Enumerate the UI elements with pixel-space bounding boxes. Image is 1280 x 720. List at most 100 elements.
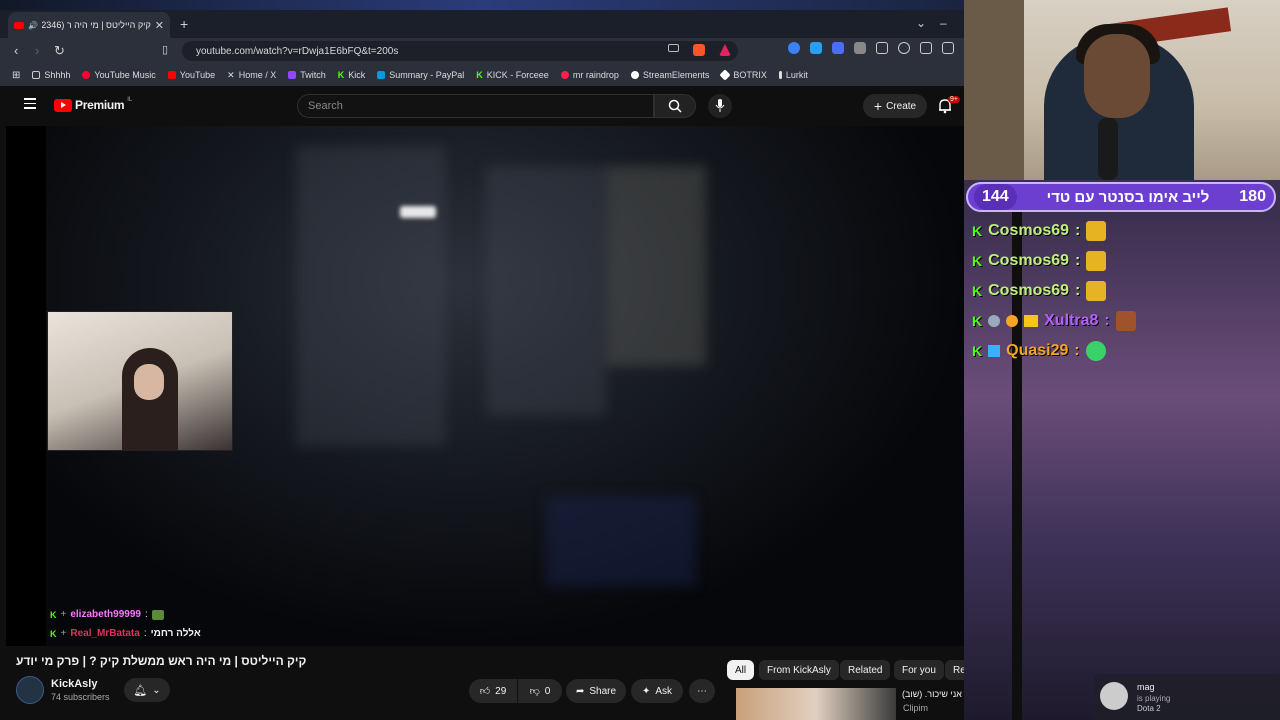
bookmark-item[interactable]: BOTRIX (719, 69, 767, 81)
extension-grey-icon[interactable] (854, 42, 866, 54)
youtube-logo[interactable]: Premium IL (54, 97, 132, 112)
bookmark-item[interactable]: Summary - PayPal (377, 70, 464, 80)
bookmark-item[interactable]: ✕ Home / X (227, 70, 276, 81)
brave-rewards-icon[interactable] (719, 44, 731, 56)
subscribed-bell-button[interactable]: 🔔︎ ⌄ (124, 678, 170, 702)
frog-emote-icon (151, 609, 164, 620)
recommended-channel: Clipim (903, 703, 929, 713)
friend-name: mag (1137, 682, 1155, 692)
chip-from-channel[interactable]: From KickAsly (759, 660, 839, 680)
streamer-face (1084, 34, 1150, 118)
chat-username: Real_MrBatata (70, 628, 140, 639)
bookmark-label: YouTube (179, 70, 216, 80)
bookmark-item[interactable]: YouTube Music (82, 70, 156, 80)
bookmark-item[interactable]: K KICK - Forceee (476, 70, 549, 80)
chat-separator: : (144, 609, 148, 620)
chip-related[interactable]: Related (840, 660, 891, 680)
apps-grid-icon[interactable]: ⊞ (12, 70, 20, 81)
forward-icon[interactable]: › (35, 43, 39, 58)
bookmark-item[interactable]: Shhhh (32, 70, 70, 80)
kick-badge-icon: K (972, 313, 983, 329)
stream-chat-line: K Cosmos69 : (972, 278, 1107, 304)
brave-shield-icon[interactable] (693, 44, 705, 56)
voice-search-button[interactable] (708, 94, 732, 118)
chip-recent[interactable]: Re (945, 660, 965, 680)
banner-left-number: 144 (982, 188, 1009, 205)
notification-badge: 9+ (948, 96, 960, 103)
extensions-puzzle-icon[interactable] (876, 42, 888, 54)
banner-title: לייב אימו בסנטר עם טדי (1046, 188, 1210, 206)
stream-chat-line: K Xultra8 : (972, 308, 1136, 334)
kick-icon: K (476, 70, 483, 80)
minimize-button[interactable]: – (940, 16, 947, 30)
audio-icon[interactable]: 🔊 (28, 21, 38, 30)
stream-chat-line: K Quasi29 : (972, 338, 1106, 364)
browser-tab[interactable]: 🔊 קיק הייליטס | מי היה ר (2346) ✕ (8, 12, 170, 38)
steam-notification[interactable]: mag is playing Dota 2 (1094, 674, 1280, 720)
chip-all[interactable]: All (727, 660, 755, 680)
media-icon[interactable] (898, 42, 910, 54)
bookmark-item[interactable]: YouTube (167, 70, 216, 80)
dislike-button[interactable]: 👎︎ 0 (518, 679, 562, 703)
reload-icon[interactable]: ↻ (54, 43, 65, 59)
search-button[interactable] (654, 94, 696, 118)
bookmark-label: Shhhh (44, 70, 71, 80)
bookmark-label: StreamElements (642, 70, 710, 80)
share-button[interactable]: ➦ Share (566, 679, 626, 703)
face-emote-icon (1115, 311, 1136, 331)
ask-button[interactable]: ✦ Ask (631, 679, 683, 703)
video-shape (606, 166, 706, 366)
back-icon[interactable]: ‹ (14, 43, 18, 58)
bookmark-label: YouTube Music (94, 70, 156, 80)
chat-separator: : (1075, 252, 1081, 269)
menu-icon[interactable] (24, 98, 36, 112)
ceiling-light (400, 206, 436, 218)
ask-label: Ask (655, 685, 673, 697)
bookmark-item[interactable]: Twitch (288, 70, 326, 80)
plus-icon: + (873, 98, 883, 114)
chip-for-you[interactable]: For you (894, 660, 944, 680)
recommended-thumbnail[interactable] (736, 688, 896, 720)
sidebar-icon[interactable] (920, 42, 932, 54)
extension-audio-icon[interactable] (832, 42, 844, 54)
tab-search-icon[interactable]: ⌄ (916, 16, 926, 30)
bookmark-item[interactable]: Lurkit (778, 70, 808, 80)
more-icon: ⋯ (697, 685, 707, 697)
sparkle-icon: ✦ (641, 685, 651, 697)
like-button[interactable]: 👍︎ 29 (469, 679, 517, 703)
crown-badge-icon (1024, 315, 1039, 327)
camera-wall (964, 0, 1024, 180)
url-field[interactable]: youtube.com/watch?v=rDwja1E6bFQ&t=200s (182, 41, 738, 61)
bookmark-item[interactable]: K Kick (338, 70, 366, 80)
chevron-down-icon: ⌄ (152, 684, 161, 696)
new-tab-button[interactable]: + (180, 16, 188, 32)
channel-avatar[interactable] (16, 676, 44, 704)
extension-blue-icon[interactable] (788, 42, 800, 54)
search-icon (668, 99, 682, 113)
wallet-icon[interactable] (942, 42, 954, 54)
bookmark-item[interactable]: mr raindrop (560, 70, 619, 80)
extension-translate-icon[interactable] (810, 42, 822, 54)
friend-status: is playing (1137, 694, 1171, 703)
bookmarks-bar: ⊞ Shhhh YouTube Music YouTube ✕ Home / X … (0, 64, 964, 86)
kick-badge-icon: K (972, 253, 983, 269)
cast-icon[interactable] (668, 44, 679, 52)
plus-badge-icon: + (60, 628, 67, 639)
chat-username: Cosmos69 (988, 282, 1070, 299)
banner-left-count: 144 (974, 184, 1017, 210)
video-shape (296, 146, 446, 446)
cool-emote-icon (1086, 221, 1107, 241)
search-input[interactable]: Search (297, 94, 654, 118)
create-button[interactable]: + Create (863, 94, 927, 118)
close-tab-icon[interactable]: ✕ (155, 19, 164, 32)
bell-icon: 🔔︎ (133, 684, 148, 697)
search-placeholder: Search (308, 100, 343, 112)
recommended-title[interactable]: אני שיכור. (שוב) (902, 689, 962, 699)
kick-badge-icon: K (972, 223, 983, 239)
channel-name[interactable]: KickAsly (51, 678, 97, 690)
plus-badge-icon: + (60, 609, 67, 620)
bookmark-item[interactable]: StreamElements (630, 70, 710, 80)
bookmark-icon[interactable]: ▯ (162, 43, 168, 56)
kick-icon: K (337, 70, 345, 80)
more-actions-button[interactable]: ⋯ (689, 679, 715, 703)
